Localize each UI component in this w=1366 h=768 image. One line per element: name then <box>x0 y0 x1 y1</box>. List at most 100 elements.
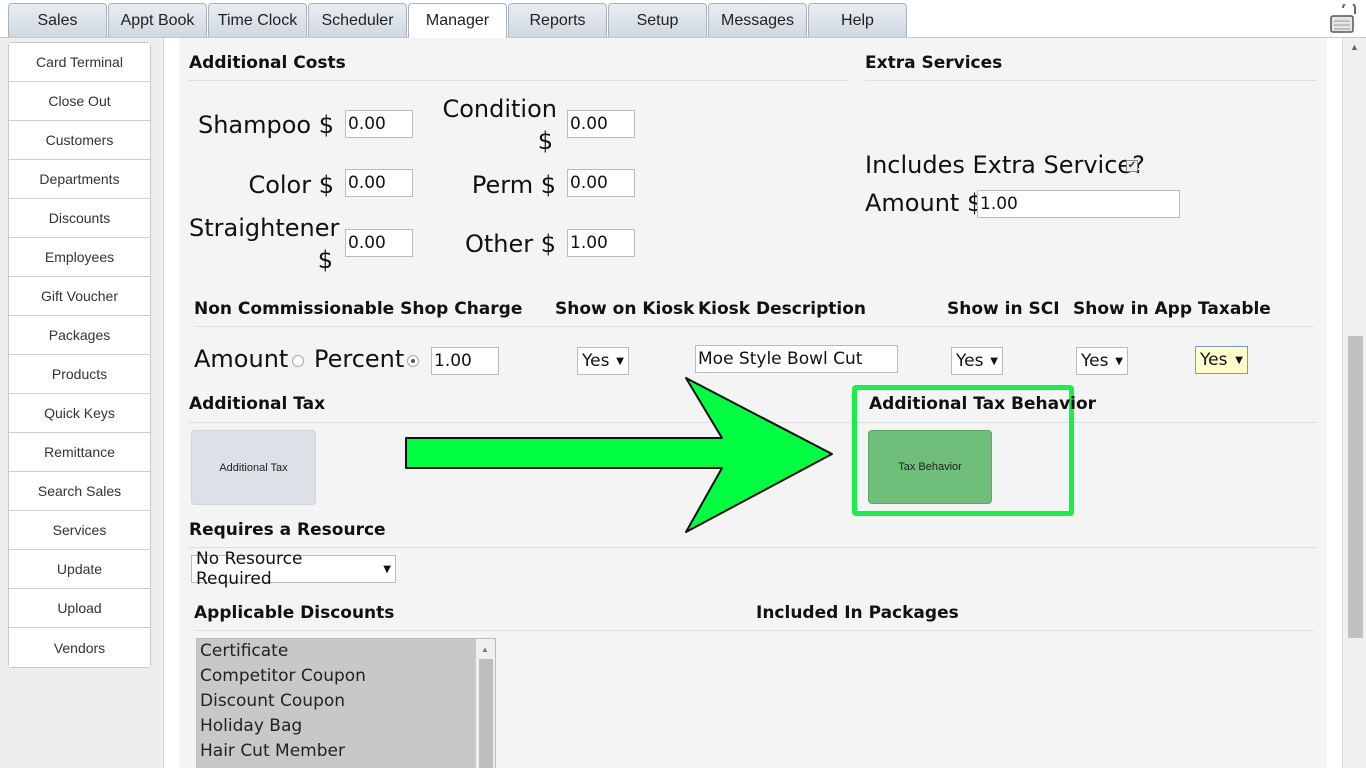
includes-extra-service-checkbox[interactable]: ✔ <box>1126 160 1138 172</box>
sidebar-item-vendors[interactable]: Vendors <box>9 628 150 667</box>
sidebar-item-search-sales[interactable]: Search Sales <box>9 472 150 511</box>
dropdown-caret-icon: ▼ <box>616 355 624 367</box>
shop-charge-percent-radio[interactable] <box>407 355 419 367</box>
shop-charge-heading: Non Commissionable Shop Charge <box>194 299 523 319</box>
tab-messages[interactable]: Messages <box>708 3 807 37</box>
sidebar-item-employees[interactable]: Employees <box>9 238 150 277</box>
show-in-sci-value: Yes <box>956 351 984 371</box>
sidebar-item-remittance[interactable]: Remittance <box>9 433 150 472</box>
list-item[interactable]: Competitor Coupon <box>197 664 495 689</box>
list-item[interactable]: Discount Coupon <box>197 689 495 714</box>
resource-value: No Resource Required <box>196 549 303 589</box>
top-tab-bar: Sales Appt Book Time Clock Scheduler Man… <box>0 0 1366 38</box>
additional-tax-heading: Additional Tax <box>189 394 326 414</box>
resource-select[interactable]: No Resource Required ▼ <box>191 549 396 589</box>
straightener-label: Straightener <box>189 214 340 242</box>
color-input[interactable]: 0.00 <box>345 169 413 197</box>
dropdown-caret-icon: ▼ <box>1115 355 1123 367</box>
shampoo-input[interactable]: 0.00 <box>345 110 413 138</box>
kiosk-description-input[interactable]: Moe Style Bowl Cut <box>695 345 898 373</box>
divider <box>194 630 1314 631</box>
divider <box>189 547 1317 548</box>
annotation-arrow-icon <box>405 377 833 533</box>
show-in-app-heading: Show in App <box>1073 299 1192 319</box>
discounts-scrollbar[interactable]: ▲ <box>475 639 495 768</box>
extra-services-heading: Extra Services <box>865 53 1003 73</box>
perm-input[interactable]: 0.00 <box>567 169 635 197</box>
sidebar-item-products[interactable]: Products <box>9 355 150 394</box>
tab-setup[interactable]: Setup <box>608 3 707 37</box>
discounts-scroll-thumb[interactable] <box>479 659 493 768</box>
divider <box>189 80 849 81</box>
main-content: Additional Costs Shampoo $ 0.00 Conditio… <box>164 38 1342 768</box>
scroll-up-icon[interactable]: ▲ <box>481 645 489 654</box>
list-item[interactable]: Hair Cut Member <box>197 739 495 764</box>
scroll-up-icon[interactable]: ▲ <box>1350 42 1359 52</box>
shop-charge-input[interactable]: 1.00 <box>431 347 499 375</box>
shampoo-label: Shampoo $ <box>197 111 334 139</box>
sidebar-item-departments[interactable]: Departments <box>9 160 150 199</box>
dropdown-caret-icon: ▼ <box>1235 354 1243 366</box>
other-input[interactable]: 1.00 <box>567 229 635 257</box>
page-scrollbar[interactable]: ▲ <box>1342 38 1366 768</box>
show-in-app-value: Yes <box>1081 351 1109 371</box>
shop-charge-amount-label: Amount <box>194 345 289 373</box>
discounts-listbox[interactable]: Certificate Competitor Coupon Discount C… <box>196 638 496 768</box>
tab-time-clock[interactable]: Time Clock <box>208 3 307 37</box>
condition-input[interactable]: 0.00 <box>567 110 635 138</box>
unlock-icon[interactable] <box>1328 4 1358 34</box>
sidebar-item-gift-voucher[interactable]: Gift Voucher <box>9 277 150 316</box>
extra-amount-label: Amount $ <box>865 189 983 217</box>
show-on-kiosk-heading: Show on Kiosk <box>555 299 695 319</box>
perm-label: Perm $ <box>471 171 556 199</box>
additional-tax-button[interactable]: Additional Tax <box>191 430 316 505</box>
sidebar-item-quick-keys[interactable]: Quick Keys <box>9 394 150 433</box>
tab-appt-book[interactable]: Appt Book <box>108 3 207 37</box>
sidebar-region: Card Terminal Close Out Customers Depart… <box>0 38 164 768</box>
sidebar-item-update[interactable]: Update <box>9 550 150 589</box>
show-on-kiosk-value: Yes <box>582 351 610 371</box>
applicable-discounts-heading: Applicable Discounts <box>194 603 395 623</box>
list-item[interactable]: Holiday Bag <box>197 714 495 739</box>
condition-label: Condition <box>442 95 557 123</box>
divider <box>865 80 1317 81</box>
includes-extra-service-label: Includes Extra Service? <box>865 151 1145 179</box>
sidebar-item-services[interactable]: Services <box>9 511 150 550</box>
taxable-select[interactable]: Yes ▼ <box>1195 346 1248 374</box>
divider <box>194 326 1314 327</box>
shop-charge-amount-radio[interactable] <box>292 355 304 367</box>
show-in-sci-select[interactable]: Yes ▼ <box>951 347 1003 375</box>
requires-resource-heading: Requires a Resource <box>189 520 386 540</box>
service-form-panel: Additional Costs Shampoo $ 0.00 Conditio… <box>179 38 1327 768</box>
sidebar-item-discounts[interactable]: Discounts <box>9 199 150 238</box>
tab-manager[interactable]: Manager <box>408 3 507 38</box>
shop-charge-percent-label: Percent <box>314 345 405 373</box>
tab-reports[interactable]: Reports <box>508 3 607 37</box>
extra-amount-input[interactable]: 1.00 <box>977 190 1180 218</box>
dropdown-caret-icon: ▼ <box>990 355 998 367</box>
taxable-value: Yes <box>1200 350 1228 370</box>
sidebar-menu: Card Terminal Close Out Customers Depart… <box>8 42 151 668</box>
kiosk-description-heading: Kiosk Description <box>698 299 866 319</box>
other-label: Other $ <box>464 230 556 258</box>
sidebar-item-close-out[interactable]: Close Out <box>9 82 150 121</box>
show-on-kiosk-select[interactable]: Yes ▼ <box>577 347 629 375</box>
show-in-sci-heading: Show in SCI <box>947 299 1060 319</box>
tab-help[interactable]: Help <box>808 3 907 37</box>
included-in-packages-heading: Included In Packages <box>756 603 959 623</box>
page-scroll-thumb[interactable] <box>1348 336 1363 638</box>
dropdown-caret-icon: ▼ <box>383 563 391 575</box>
sidebar-item-card-terminal[interactable]: Card Terminal <box>9 43 150 82</box>
list-item[interactable]: Certificate <box>197 639 495 664</box>
tab-sales[interactable]: Sales <box>8 3 107 37</box>
tax-behavior-heading: Additional Tax Behavior <box>869 394 1097 414</box>
condition-dollar-label: $ <box>537 127 553 155</box>
sidebar-item-customers[interactable]: Customers <box>9 121 150 160</box>
color-label: Color $ <box>248 171 334 199</box>
tab-scheduler[interactable]: Scheduler <box>308 3 407 37</box>
sidebar-item-packages[interactable]: Packages <box>9 316 150 355</box>
tax-behavior-button[interactable]: Tax Behavior <box>868 430 992 504</box>
show-in-app-select[interactable]: Yes ▼ <box>1076 347 1128 375</box>
sidebar-item-upload[interactable]: Upload <box>9 589 150 628</box>
straightener-input[interactable]: 0.00 <box>345 229 413 257</box>
